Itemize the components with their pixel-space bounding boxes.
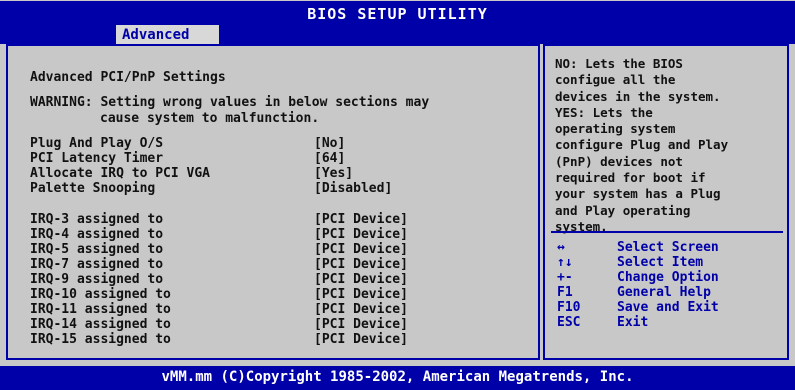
irq-label: IRQ-4 assigned to xyxy=(30,227,164,242)
header-bar: BIOS SETUP UTILITY Advanced xyxy=(0,0,795,45)
key-desc-save-exit: Save and Exit xyxy=(617,300,719,315)
irq-value[interactable]: [PCI Device] xyxy=(314,212,408,227)
up-down-arrow-icon: ↑↓ xyxy=(557,255,573,270)
key-desc-select-screen: Select Screen xyxy=(617,240,719,255)
key-f10: F10 xyxy=(557,300,581,315)
content-area: Advanced PCI/PnP Settings WARNING: Setti… xyxy=(0,44,795,366)
key-f1: F1 xyxy=(557,285,573,300)
irq-value[interactable]: [PCI Device] xyxy=(314,287,408,302)
irq-value[interactable]: [PCI Device] xyxy=(314,332,408,347)
help-text: NO: Lets the BIOS configue all the devic… xyxy=(555,56,729,234)
setting-value[interactable]: [No] xyxy=(314,136,345,151)
help-divider xyxy=(551,231,783,233)
warning-line-2: cause system to malfunction. xyxy=(100,111,320,126)
key-desc-exit: Exit xyxy=(617,315,649,330)
help-panel: NO: Lets the BIOS configue all the devic… xyxy=(543,44,789,360)
irq-label: IRQ-7 assigned to xyxy=(30,257,164,272)
tab-advanced[interactable]: Advanced xyxy=(116,25,219,45)
irq-label: IRQ-9 assigned to xyxy=(30,272,164,287)
key-esc: ESC xyxy=(557,315,581,330)
page-heading: Advanced PCI/PnP Settings xyxy=(30,70,226,85)
setting-value[interactable]: [64] xyxy=(314,151,345,166)
irq-value[interactable]: [PCI Device] xyxy=(314,317,408,332)
plus-minus-icon: +- xyxy=(557,270,573,285)
copyright-footer: vMM.mm (C)Copyright 1985-2002, American … xyxy=(0,366,795,390)
irq-label: IRQ-15 assigned to xyxy=(30,332,171,347)
warning-line-1: WARNING: Setting wrong values in below s… xyxy=(30,95,430,110)
key-desc-change-option: Change Option xyxy=(617,270,719,285)
irq-value[interactable]: [PCI Device] xyxy=(314,257,408,272)
setting-label: Palette Snooping xyxy=(30,181,156,196)
settings-panel: Advanced PCI/PnP Settings WARNING: Setti… xyxy=(6,44,540,360)
setting-value[interactable]: [Yes] xyxy=(314,166,353,181)
irq-value[interactable]: [PCI Device] xyxy=(314,302,408,317)
bios-title: BIOS SETUP UTILITY xyxy=(307,5,488,23)
setting-value[interactable]: [Disabled] xyxy=(314,181,392,196)
irq-label: IRQ-11 assigned to xyxy=(30,302,171,317)
irq-value[interactable]: [PCI Device] xyxy=(314,227,408,242)
irq-label: IRQ-5 assigned to xyxy=(30,242,164,257)
key-desc-select-item: Select Item xyxy=(617,255,704,270)
left-right-arrow-icon: ↔ xyxy=(557,240,565,255)
irq-label: IRQ-3 assigned to xyxy=(30,212,164,227)
setting-label: PCI Latency Timer xyxy=(30,151,164,166)
setting-label: Plug And Play O/S xyxy=(30,136,164,151)
irq-value[interactable]: [PCI Device] xyxy=(314,242,408,257)
irq-label: IRQ-14 assigned to xyxy=(30,317,171,332)
key-desc-general-help: General Help xyxy=(617,285,711,300)
irq-label: IRQ-10 assigned to xyxy=(30,287,171,302)
irq-value[interactable]: [PCI Device] xyxy=(314,272,408,287)
setting-label: Allocate IRQ to PCI VGA xyxy=(30,166,211,181)
